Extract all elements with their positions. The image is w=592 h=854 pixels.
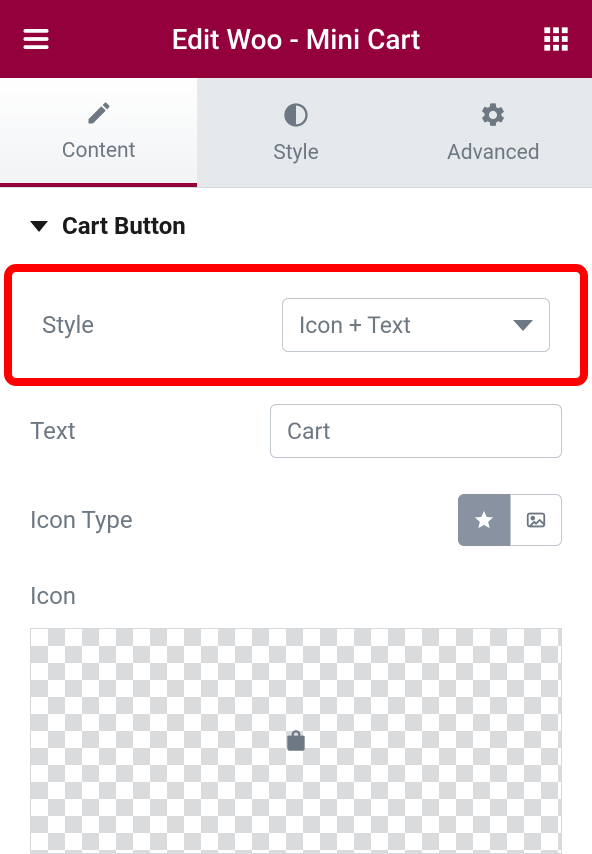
section-header-cart-button[interactable]: Cart Button	[0, 188, 592, 264]
field-label: Text	[30, 417, 270, 445]
field-label: Icon	[30, 582, 270, 610]
tab-content[interactable]: Content	[0, 78, 197, 187]
gear-icon	[479, 101, 507, 129]
tab-label: Advanced	[447, 141, 540, 165]
tab-label: Style	[273, 141, 319, 165]
star-icon	[473, 509, 495, 531]
pencil-icon	[85, 99, 113, 127]
caret-down-icon	[30, 221, 48, 232]
contrast-icon	[282, 101, 310, 129]
field-label: Icon Type	[30, 506, 270, 534]
field-label: Style	[42, 311, 282, 339]
icon-type-image-button[interactable]	[510, 494, 562, 546]
select-value: Icon + Text	[299, 312, 411, 339]
chevron-down-icon	[513, 320, 533, 331]
icon-preview-area[interactable]	[30, 628, 562, 854]
style-select[interactable]: Icon + Text	[282, 298, 550, 352]
tab-style[interactable]: Style	[197, 78, 394, 187]
editor-header: Edit Woo - Mini Cart	[0, 0, 592, 78]
page-title: Edit Woo - Mini Cart	[52, 23, 540, 56]
icon-type-toggle	[458, 494, 562, 546]
icon-type-star-button[interactable]	[458, 494, 510, 546]
field-row-style: Style Icon + Text	[38, 290, 554, 360]
field-row-icon: Icon	[0, 564, 592, 614]
highlight-box: Style Icon + Text	[4, 264, 588, 386]
tab-advanced[interactable]: Advanced	[395, 78, 592, 187]
field-row-icon-type: Icon Type	[0, 476, 592, 564]
tab-label: Content	[62, 139, 136, 163]
section-title: Cart Button	[62, 212, 186, 240]
text-input[interactable]	[270, 404, 562, 458]
menu-icon[interactable]	[20, 23, 52, 55]
field-row-text: Text	[0, 386, 592, 476]
tabs-nav: Content Style Advanced	[0, 78, 592, 188]
bag-icon	[283, 728, 309, 754]
image-icon	[525, 509, 547, 531]
apps-grid-icon[interactable]	[540, 23, 572, 55]
